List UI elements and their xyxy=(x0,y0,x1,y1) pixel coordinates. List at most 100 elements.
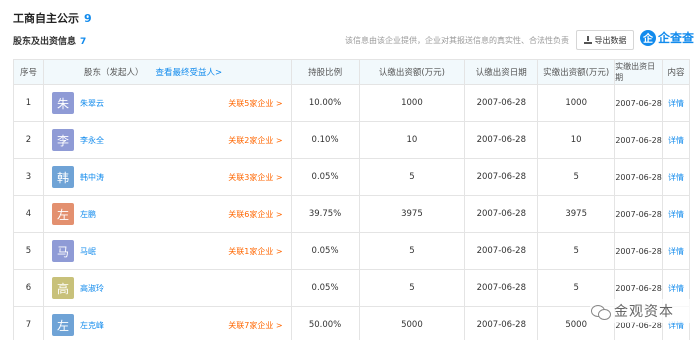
beneficiary-link[interactable]: 查看最终受益人> xyxy=(155,66,222,78)
avatar: 韩 xyxy=(51,166,74,188)
subsection-title-text: 股东及出资信息 xyxy=(13,37,77,47)
row-subscribed-date: 2007-06-28 xyxy=(465,307,539,340)
row-shareholder: 马马岷 关联1家企业 > xyxy=(44,233,292,269)
row-subscribed: 10 xyxy=(360,122,466,158)
table-header-row: 序号 股东（发起人） 查看最终受益人> 持股比例 认缴出资额(万元) 认缴出资日… xyxy=(14,60,690,85)
shareholder-name-link[interactable]: 朱翠云 xyxy=(80,98,104,109)
avatar: 高 xyxy=(51,277,74,299)
brand-logo-icon: 企 xyxy=(640,29,656,46)
header-subscribed-date: 认缴出资日期 xyxy=(465,60,539,84)
row-no: 1 xyxy=(14,85,44,121)
row-paid-date: 2007-06-28 xyxy=(615,196,664,232)
detail-link[interactable]: 详情 xyxy=(668,98,684,109)
row-subscribed-date: 2007-06-28 xyxy=(465,85,539,121)
row-subscribed-date: 2007-06-28 xyxy=(465,196,539,232)
shareholder-name-link[interactable]: 韩中涛 xyxy=(80,172,104,183)
row-subscribed-date: 2007-06-28 xyxy=(465,270,539,306)
wechat-icon xyxy=(590,302,612,320)
watermark: 金观资本 xyxy=(590,299,690,323)
table-row: 3 韩韩中涛 关联3家企业 >0.05% 5 2007-06-28 5 2007-06-28… xyxy=(14,159,690,196)
shareholder-name-link[interactable]: 李永全 xyxy=(80,135,104,146)
row-subscribed: 5000 xyxy=(360,307,466,340)
row-paid-date: 2007-06-28 xyxy=(615,85,664,121)
row-subscribed: 5 xyxy=(360,270,466,306)
row-no: 5 xyxy=(14,233,44,269)
row-percent: 39.75% xyxy=(292,196,360,232)
related-companies-link[interactable]: 关联3家企业 > xyxy=(228,172,282,183)
section-title-text: 工商自主公示 xyxy=(13,12,79,25)
row-no: 3 xyxy=(14,159,44,195)
row-subscribed: 5 xyxy=(360,159,466,195)
row-subscribed: 3975 xyxy=(360,196,466,232)
row-subscribed-date: 2007-06-28 xyxy=(465,159,539,195)
table-row: 7 左左克峰 关联7家企业 >50.00% 5000 2007-06-28 5000 200… xyxy=(14,307,690,340)
subsection-title: 股东及出资信息 7 xyxy=(13,34,86,47)
row-shareholder: 朱朱翠云 关联5家企业 > xyxy=(44,85,292,121)
detail-link[interactable]: 详情 xyxy=(668,283,684,294)
section-title-count: 9 xyxy=(84,12,92,25)
header-percent: 持股比例 xyxy=(291,60,360,84)
related-companies-link[interactable]: 关联7家企业 > xyxy=(228,320,282,331)
row-no: 7 xyxy=(14,307,44,340)
row-content: 详情 xyxy=(663,159,690,195)
avatar: 马 xyxy=(51,240,74,262)
row-paid-date: 2007-06-28 xyxy=(615,159,664,195)
avatar: 李 xyxy=(51,129,74,151)
row-paid: 5 xyxy=(538,159,616,195)
table-row: 4 左左鹏 关联6家企业 >39.75% 3975 2007-06-28 3975 2007… xyxy=(14,196,690,233)
shareholder-name-link[interactable]: 左鹏 xyxy=(80,209,96,220)
detail-link[interactable]: 详情 xyxy=(668,209,684,220)
avatar: 左 xyxy=(51,314,74,336)
table-row: 5 马马岷 关联1家企业 >0.05% 5 2007-06-28 5 2007-06-28 详… xyxy=(14,233,690,270)
watermark-text: 金观资本 xyxy=(614,304,674,320)
related-companies-link[interactable]: 关联6家企业 > xyxy=(228,209,282,220)
avatar: 左 xyxy=(51,203,74,225)
header-shareholder: 股东（发起人） 查看最终受益人> xyxy=(43,60,292,84)
section-title: 工商自主公示 9 xyxy=(13,10,92,26)
row-paid-date: 2007-06-28 xyxy=(615,233,664,269)
row-percent: 0.05% xyxy=(292,270,360,306)
table-row: 6 高高淑玲 0.05% 5 2007-06-28 5 2007-06-28 详情 xyxy=(14,270,690,307)
detail-link[interactable]: 详情 xyxy=(668,135,684,146)
export-data-button[interactable]: 导出数据 xyxy=(576,30,634,50)
avatar: 朱 xyxy=(51,92,74,114)
row-percent: 50.00% xyxy=(292,307,360,340)
header-no: 序号 xyxy=(14,60,44,84)
row-paid: 10 xyxy=(538,122,616,158)
table-row: 1 朱朱翠云 关联5家企业 >10.00% 1000 2007-06-28 1000 200… xyxy=(14,85,690,122)
row-shareholder: 左左鹏 关联6家企业 > xyxy=(44,196,292,232)
row-paid: 3975 xyxy=(538,196,616,232)
row-shareholder: 高高淑玲 xyxy=(44,270,292,306)
shareholder-table: 序号 股东（发起人） 查看最终受益人> 持股比例 认缴出资额(万元) 认缴出资日… xyxy=(13,59,690,340)
related-companies-link[interactable]: 关联5家企业 > xyxy=(228,98,282,109)
detail-link[interactable]: 详情 xyxy=(668,246,684,257)
row-shareholder: 左左克峰 关联7家企业 > xyxy=(44,307,292,340)
download-icon xyxy=(583,36,592,44)
shareholder-name-link[interactable]: 马岷 xyxy=(80,246,96,257)
brand-logo: 企 企查查 xyxy=(640,29,694,46)
header-paid: 实缴出资额(万元) xyxy=(538,60,616,84)
row-no: 4 xyxy=(14,196,44,232)
row-subscribed: 5 xyxy=(360,233,466,269)
header-subscribed: 认缴出资额(万元) xyxy=(359,60,466,84)
row-subscribed-date: 2007-06-28 xyxy=(465,233,539,269)
row-no: 6 xyxy=(14,270,44,306)
detail-link[interactable]: 详情 xyxy=(668,172,684,183)
row-shareholder: 韩韩中涛 关联3家企业 > xyxy=(44,159,292,195)
shareholder-name-link[interactable]: 高淑玲 xyxy=(80,283,104,294)
row-content: 详情 xyxy=(663,85,690,121)
row-content: 详情 xyxy=(663,233,690,269)
shareholder-name-link[interactable]: 左克峰 xyxy=(80,320,104,331)
header-paid-date: 实缴出资日期 xyxy=(615,60,664,84)
table-row: 2 李李永全 关联2家企业 >0.10% 10 2007-06-28 10 2007-06-… xyxy=(14,122,690,159)
row-paid: 5 xyxy=(538,233,616,269)
row-percent: 0.05% xyxy=(292,159,360,195)
related-companies-link[interactable]: 关联2家企业 > xyxy=(228,135,282,146)
related-companies-link[interactable]: 关联1家企业 > xyxy=(228,246,282,257)
row-paid: 1000 xyxy=(538,85,616,121)
brand-logo-text: 企查查 xyxy=(658,31,695,45)
row-subscribed: 1000 xyxy=(360,85,466,121)
row-content: 详情 xyxy=(663,196,690,232)
row-shareholder: 李李永全 关联2家企业 > xyxy=(44,122,292,158)
row-percent: 0.10% xyxy=(292,122,360,158)
